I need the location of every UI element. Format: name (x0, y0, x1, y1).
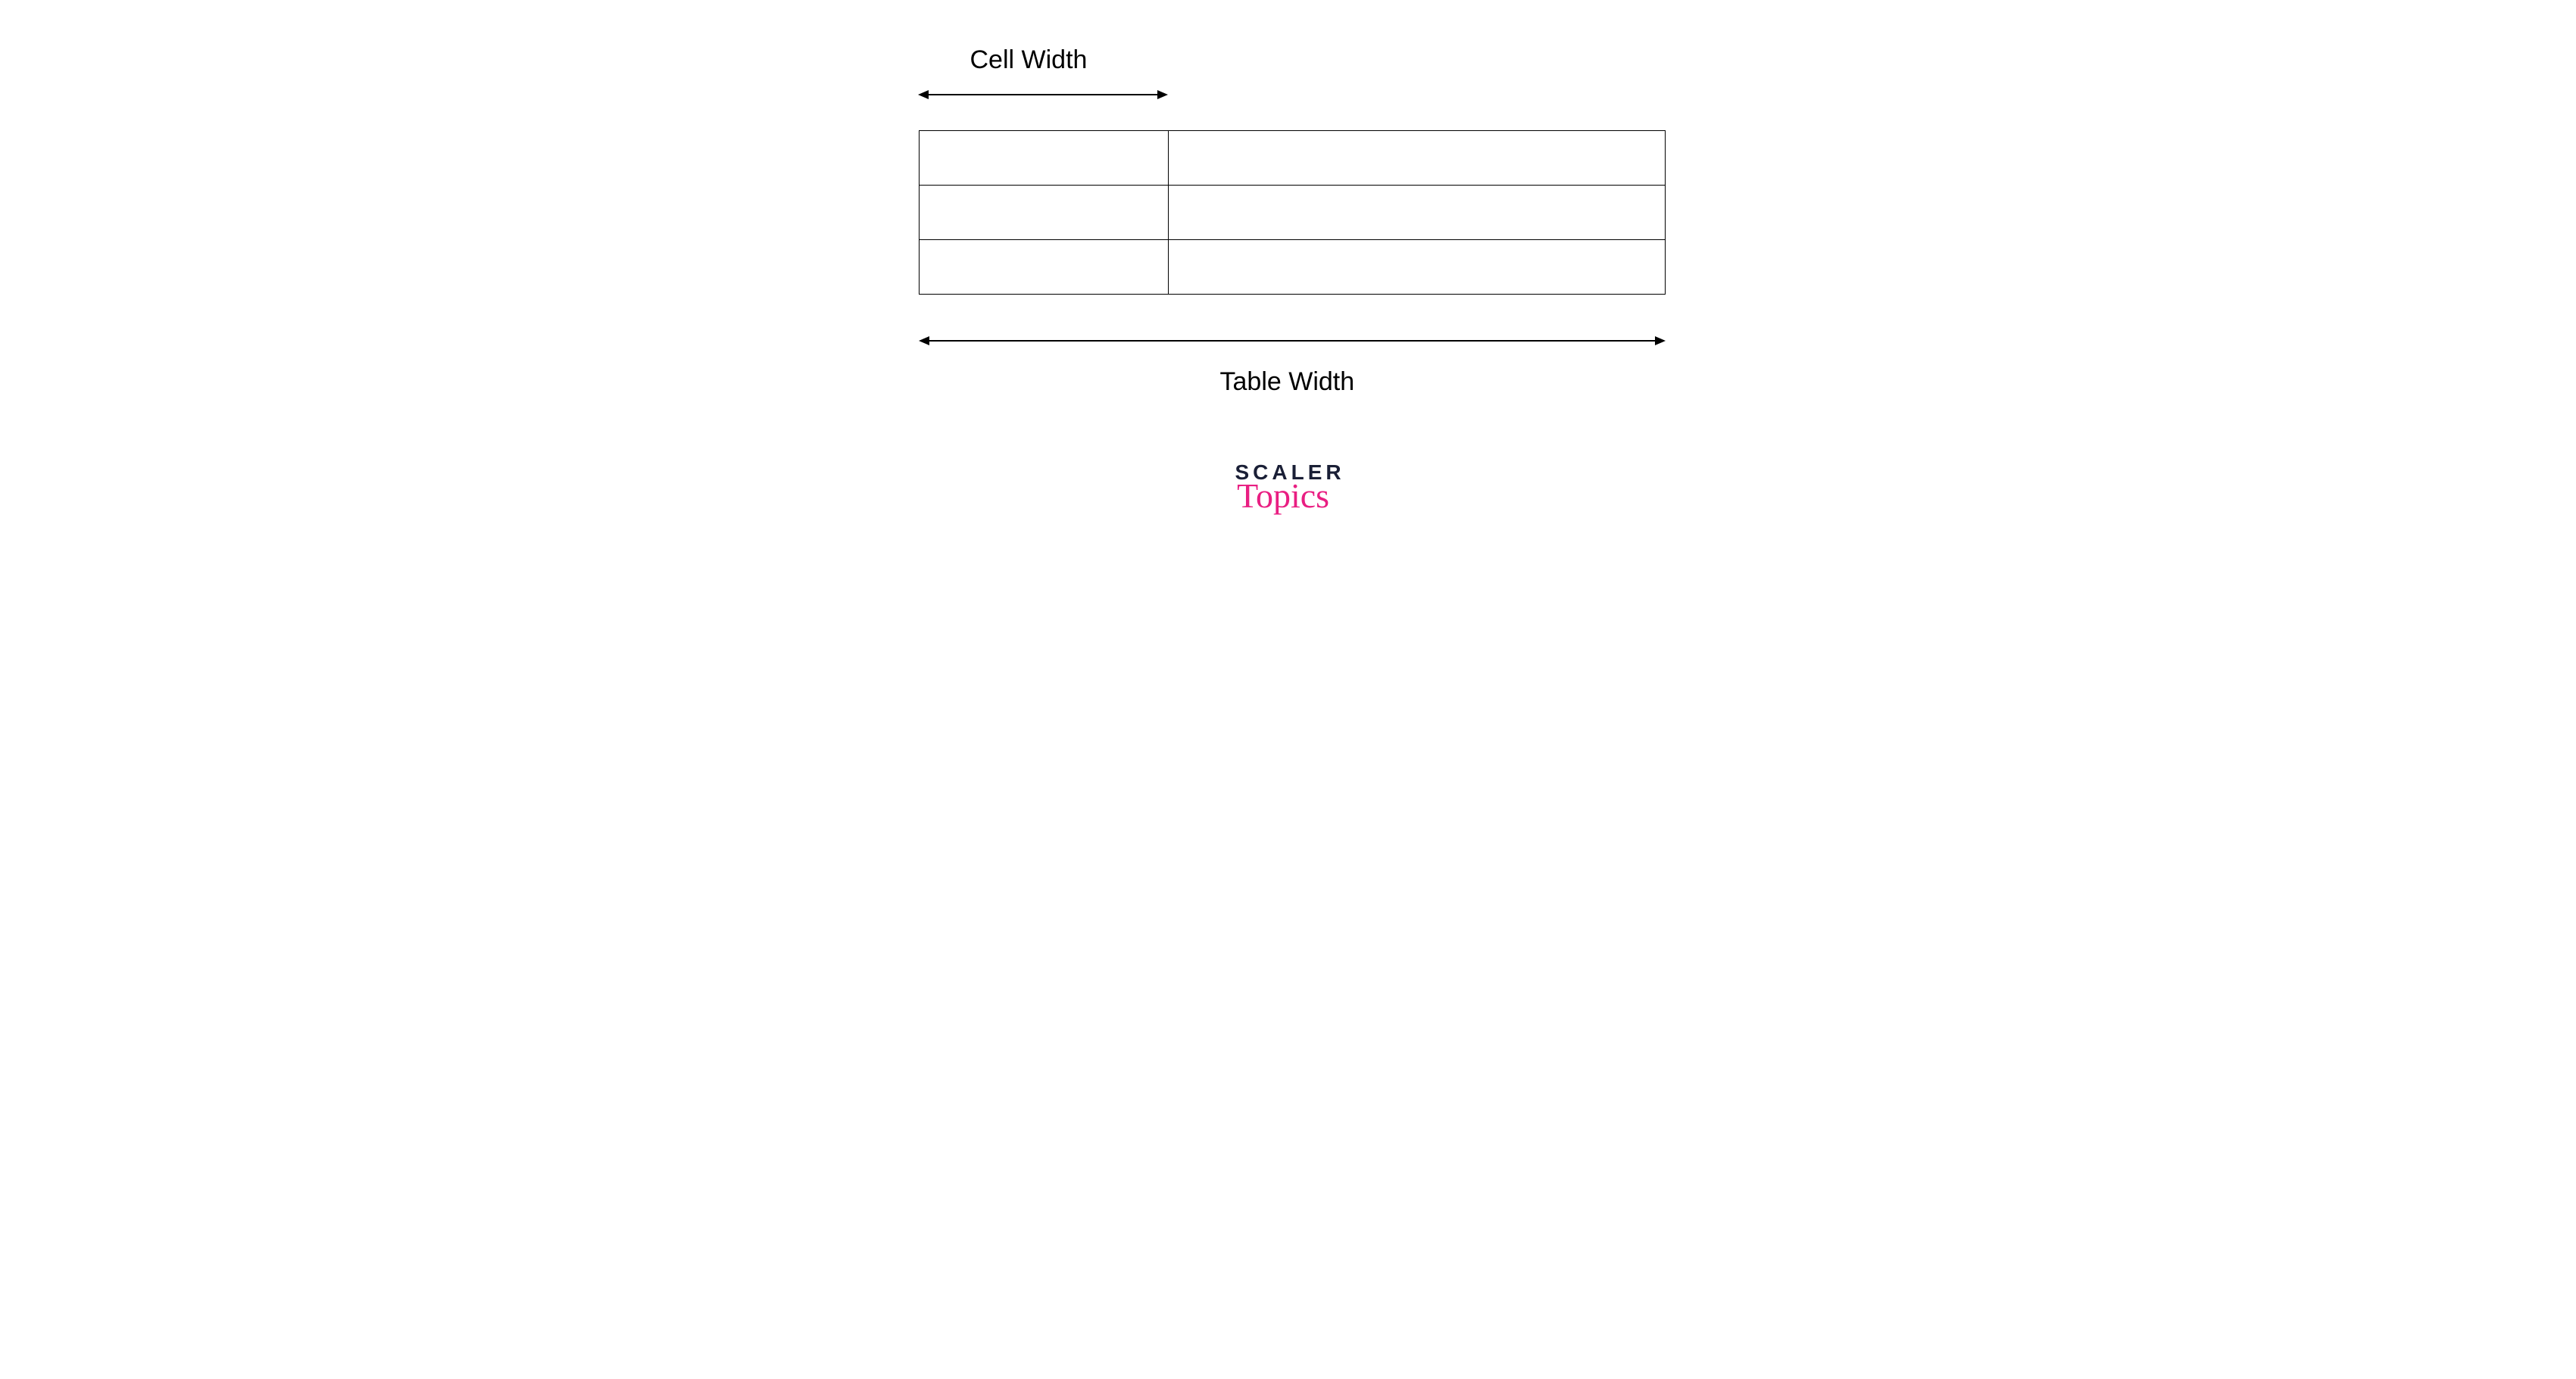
table-cell (1169, 240, 1665, 295)
table-cell (1169, 131, 1665, 186)
diagram-canvas: Cell Width Table Width SCALER Topics (720, 0, 1856, 609)
brand-logo: SCALER Topics (1235, 462, 1345, 513)
brand-line2: Topics (1222, 479, 1345, 513)
table-row (919, 186, 1665, 240)
table-cell (919, 240, 1169, 295)
table-row (919, 131, 1665, 186)
cell-width-label: Cell Width (970, 45, 1088, 75)
table-width-label: Table Width (1220, 367, 1355, 397)
table-cell (919, 186, 1169, 240)
table-cell (1169, 186, 1665, 240)
width-diagram-table (919, 130, 1666, 295)
table-width-arrow (919, 333, 1666, 348)
table-cell (919, 131, 1169, 186)
table-row (919, 240, 1665, 295)
cell-width-arrow (918, 87, 1168, 102)
